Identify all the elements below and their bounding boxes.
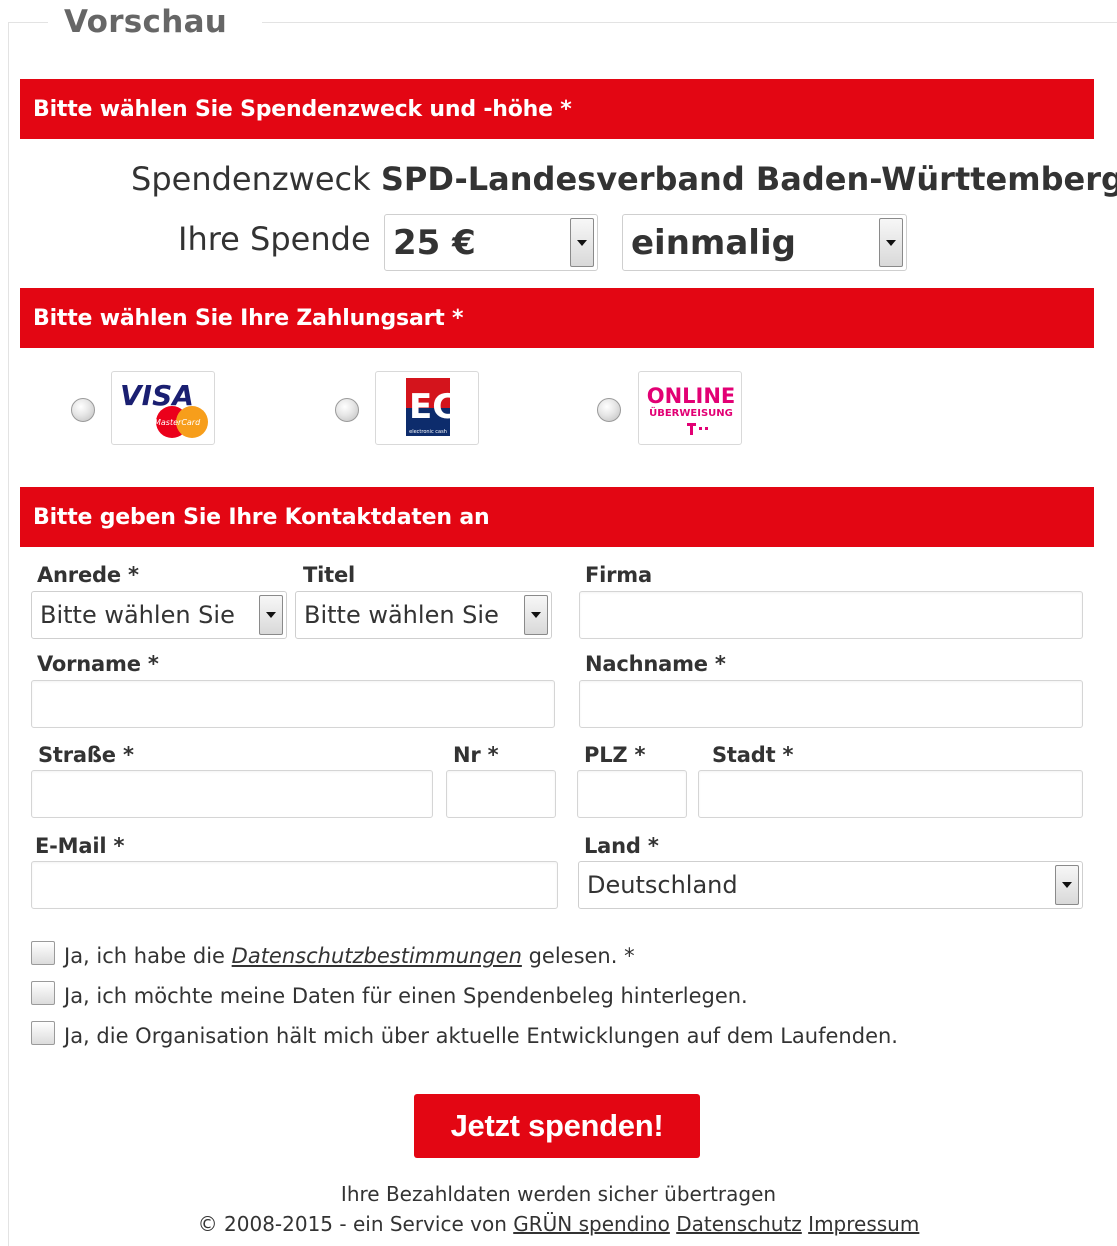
nr-label: Nr * <box>453 743 499 767</box>
titel-select[interactable]: Bitte wählen Sie <box>295 591 552 639</box>
land-select-value: Deutschland <box>587 871 738 899</box>
frequency-select-value: einmalig <box>631 222 796 263</box>
purpose-label: Spendenzweck <box>131 160 371 198</box>
online-logo-subtext: ÜBERWEISUNG <box>649 405 733 419</box>
payment-radio-credit-card[interactable] <box>71 398 95 422</box>
payment-radio-online-transfer[interactable] <box>597 398 621 422</box>
privacy-link[interactable]: Datenschutz <box>676 1212 802 1236</box>
donate-button[interactable]: Jetzt spenden! <box>414 1094 700 1158</box>
ec-card-logo: EC electronic cash <box>406 378 457 436</box>
plz-input[interactable] <box>577 770 687 818</box>
ec-logo-text: EC <box>409 387 457 427</box>
email-input[interactable] <box>31 861 558 909</box>
plz-label: PLZ * <box>584 743 646 767</box>
section-heading-contact: Bitte geben Sie Ihre Kontaktdaten an <box>20 487 1094 547</box>
amount-label: Ihre Spende <box>178 220 371 258</box>
purpose-line: Spendenzweck SPD-Landesverband Baden-Wür… <box>131 160 1117 198</box>
stadt-input[interactable] <box>698 770 1083 818</box>
strasse-input[interactable] <box>31 770 433 818</box>
receipt-consent-text: Ja, ich möchte meine Daten für einen Spe… <box>64 984 748 1008</box>
preview-title: Vorschau <box>60 4 232 40</box>
frequency-select[interactable]: einmalig <box>622 214 907 271</box>
amount-select-value: 25 € <box>393 222 476 263</box>
titel-select-value: Bitte wählen Sie <box>304 601 499 629</box>
section-heading-purpose: Bitte wählen Sie Spendenzweck und -höhe … <box>20 79 1094 139</box>
chevron-down-icon[interactable] <box>524 595 548 635</box>
anrede-select[interactable]: Bitte wählen Sie <box>31 591 287 639</box>
email-label: E-Mail * <box>35 834 125 858</box>
section-heading-payment: Bitte wählen Sie Ihre Zahlungsart * <box>20 288 1094 348</box>
amount-select[interactable]: 25 € <box>384 214 598 271</box>
vorname-label: Vorname * <box>37 652 159 676</box>
chevron-down-icon[interactable] <box>259 595 283 635</box>
fieldset-border-left <box>8 22 9 1246</box>
chevron-down-icon[interactable] <box>879 218 903 267</box>
mastercard-logo-text: MasterCard <box>154 418 201 427</box>
visa-logo-text: VISA <box>120 379 194 412</box>
footer-links: © 2008-2015 - ein Service von GRÜN spend… <box>0 1212 1117 1236</box>
payment-radio-direct-debit[interactable] <box>335 398 359 422</box>
privacy-checkbox[interactable] <box>31 941 55 965</box>
fieldset-border-top <box>262 22 1117 23</box>
nachname-input[interactable] <box>579 680 1083 728</box>
spendino-link[interactable]: GRÜN spendino <box>513 1212 670 1236</box>
secure-transfer-note: Ihre Bezahldaten werden sicher übertrage… <box>340 1182 777 1206</box>
land-label: Land * <box>584 834 659 858</box>
online-logo-text: ONLINE <box>647 384 736 408</box>
anrede-select-value: Bitte wählen Sie <box>40 601 235 629</box>
nr-input[interactable] <box>446 770 556 818</box>
privacy-consent-text: Ja, ich habe die Datenschutzbestimmungen… <box>64 944 635 968</box>
copyright-text: © 2008-2015 - ein Service von <box>197 1212 507 1236</box>
purpose-value: SPD-Landesverband Baden-Württemberg <box>380 160 1117 198</box>
newsletter-checkbox[interactable] <box>31 1021 55 1045</box>
newsletter-consent-text: Ja, die Organisation hält mich über aktu… <box>64 1024 898 1048</box>
visa-mastercard-logo: VISA MasterCard <box>120 379 208 438</box>
nachname-label: Nachname * <box>585 652 726 676</box>
firma-input[interactable] <box>579 591 1083 639</box>
fieldset-border-tick <box>8 22 48 23</box>
ec-card-logo-box[interactable]: EC electronic cash <box>375 371 479 445</box>
chevron-down-icon[interactable] <box>1055 865 1079 905</box>
imprint-link[interactable]: Impressum <box>808 1212 919 1236</box>
chevron-down-icon[interactable] <box>570 218 594 267</box>
vorname-input[interactable] <box>31 680 555 728</box>
strasse-label: Straße * <box>38 743 134 767</box>
visa-mastercard-logo-box[interactable]: VISA MasterCard <box>111 371 215 445</box>
land-select[interactable]: Deutschland <box>578 861 1083 909</box>
firma-label: Firma <box>585 563 652 587</box>
titel-label: Titel <box>303 563 356 587</box>
ec-logo-subtext: electronic cash <box>409 429 447 435</box>
online-ueberweisung-logo: ONLINE ÜBERWEISUNG <box>647 384 736 435</box>
anrede-label: Anrede * <box>37 563 139 587</box>
online-ueberweisung-logo-box[interactable]: ONLINE ÜBERWEISUNG <box>638 371 742 445</box>
stadt-label: Stadt * <box>712 743 794 767</box>
privacy-policy-link[interactable]: Datenschutzbestimmungen <box>232 944 522 968</box>
receipt-checkbox[interactable] <box>31 981 55 1005</box>
